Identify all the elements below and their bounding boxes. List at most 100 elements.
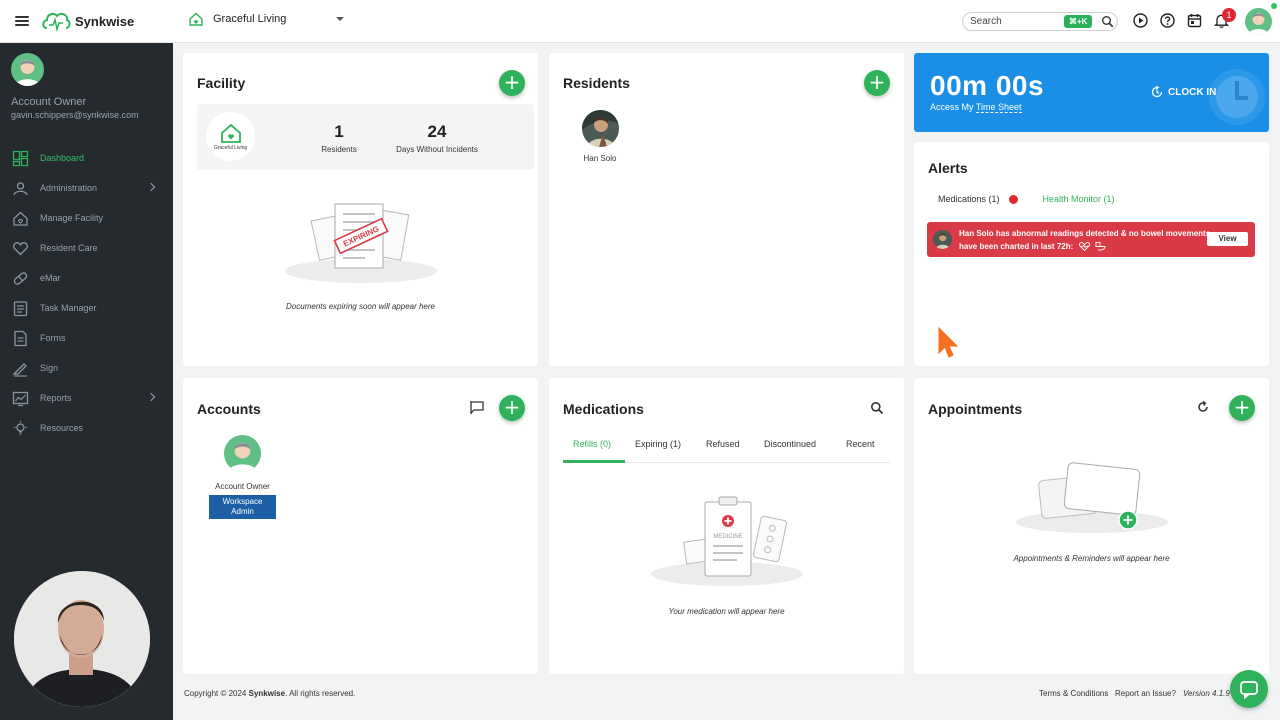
view-alert-button[interactable]: View xyxy=(1207,232,1248,246)
top-bar: Synkwise Graceful Living ⌘+K 1 xyxy=(0,0,1280,43)
time-sheet-link-text: Time Sheet xyxy=(975,102,1022,113)
facility-stats: Graceful Living 1 Residents 24 Days With… xyxy=(197,104,534,170)
facility-selector[interactable]: Graceful Living xyxy=(188,11,344,27)
administration-icon xyxy=(13,181,28,195)
sidebar-item-manage-facility[interactable]: Manage Facility xyxy=(0,203,173,233)
tab-discontinued[interactable]: Discontinued xyxy=(764,439,816,449)
report-issue-link[interactable]: Report an Issue? xyxy=(1115,689,1176,698)
sidebar-item-sign[interactable]: Sign xyxy=(0,353,173,383)
sign-icon xyxy=(12,362,27,377)
sidebar-item-dashboard[interactable]: Dashboard xyxy=(0,143,173,173)
chevron-right-icon xyxy=(146,182,156,192)
menu-icon[interactable] xyxy=(15,16,29,26)
clock-in-button[interactable]: CLOCK IN xyxy=(1151,86,1216,98)
copyright-suffix: . All rights reserved. xyxy=(285,689,356,698)
chat-button[interactable] xyxy=(1230,670,1268,708)
synkwise-logo-icon xyxy=(42,12,71,32)
time-sheet-link[interactable]: Access My Time Sheet xyxy=(930,102,1022,113)
user-avatar[interactable] xyxy=(1245,8,1272,35)
sidebar-item-administration[interactable]: Administration xyxy=(0,173,173,203)
alerts-title: Alerts xyxy=(928,160,968,176)
appointments-title: Appointments xyxy=(928,401,1023,417)
pill-icon xyxy=(13,271,28,285)
tab-refused[interactable]: Refused xyxy=(706,439,740,449)
refresh-icon[interactable] xyxy=(1197,401,1209,413)
sidebar-nav: Dashboard Administration Manage Facility… xyxy=(0,143,173,443)
sidebar-item-forms[interactable]: Forms xyxy=(0,323,173,353)
appointments-illustration xyxy=(1016,462,1168,533)
tab-expiring[interactable]: Expiring (1) xyxy=(635,439,681,449)
facility-title: Facility xyxy=(197,75,246,91)
chat-bubble-icon xyxy=(1240,681,1258,699)
sidebar-item-resident-care[interactable]: Resident Care xyxy=(0,233,173,263)
reports-icon xyxy=(12,391,29,406)
add-resident-button[interactable]: + xyxy=(864,70,890,96)
heart-monitor-icon xyxy=(1078,242,1090,252)
sidebar-item-label: Sign xyxy=(40,363,59,373)
account-avatar xyxy=(224,435,261,472)
footer-brand: Synkwise xyxy=(248,689,286,698)
facility-logo: Graceful Living xyxy=(206,112,255,161)
medications-alert-dot xyxy=(1008,194,1018,204)
medicine-label-text: MEDICINE xyxy=(713,534,742,540)
tab-medications-alerts[interactable]: Medications (1) xyxy=(938,194,1000,204)
resident-item[interactable]: Han Solo xyxy=(580,110,620,163)
health-alert-banner: Han Solo has abnormal readings detected … xyxy=(927,222,1255,257)
avatar-illustration xyxy=(224,435,261,472)
sidebar-item-label: Resident Care xyxy=(40,243,98,253)
add-appointment-button[interactable]: + xyxy=(1229,395,1255,421)
time-sheet-link-prefix: Access My xyxy=(930,102,974,112)
residents-count: 1 xyxy=(334,122,344,141)
account-role-badge: Workspace Admin xyxy=(209,495,276,519)
message-flag-icon[interactable] xyxy=(469,400,485,415)
facility-house-icon xyxy=(189,12,203,26)
app-name: Synkwise xyxy=(75,13,135,29)
search-box[interactable]: ⌘+K xyxy=(962,12,1118,31)
add-facility-button[interactable]: + xyxy=(499,70,525,96)
residents-title: Residents xyxy=(563,75,630,91)
sidebar-item-label: Dashboard xyxy=(40,153,85,163)
sidebar-item-reports[interactable]: Reports xyxy=(0,383,173,413)
presenter-video-illustration xyxy=(14,571,150,707)
tab-refills[interactable]: Refills (0) xyxy=(573,439,611,449)
medications-empty-text: Your medication will appear here xyxy=(668,607,785,616)
search-input[interactable] xyxy=(970,16,1060,27)
sidebar-item-label: Forms xyxy=(40,333,66,343)
documents-expiring-illustration: EXPIRING xyxy=(285,203,437,283)
webcam-overlay xyxy=(14,571,150,707)
play-icon[interactable] xyxy=(1133,13,1148,28)
account-name: Account Owner xyxy=(215,482,270,491)
version-text: Version 4.1.9 xyxy=(1183,689,1230,698)
sidebar-item-label: Task Manager xyxy=(40,303,97,313)
help-icon[interactable] xyxy=(1160,13,1175,28)
sidebar-item-resources[interactable]: Resources xyxy=(0,413,173,443)
calendar-icon[interactable] xyxy=(1187,13,1202,28)
active-tab-indicator xyxy=(563,460,625,463)
resident-name: Han Solo xyxy=(583,154,617,163)
terms-link[interactable]: Terms & Conditions xyxy=(1039,689,1108,698)
sidebar-item-emar[interactable]: eMar xyxy=(0,263,173,293)
tab-health-monitor[interactable]: Health Monitor (1) xyxy=(1043,194,1115,204)
resources-icon xyxy=(14,420,27,435)
search-icon[interactable] xyxy=(870,401,884,415)
add-account-button[interactable]: + xyxy=(499,395,525,421)
tab-recent[interactable]: Recent xyxy=(846,439,875,449)
resident-avatar xyxy=(581,110,619,147)
mouse-cursor-icon xyxy=(938,327,959,358)
heart-icon xyxy=(13,241,28,255)
online-status-dot xyxy=(1271,3,1277,9)
appointments-empty-text: Appointments & Reminders will appear her… xyxy=(1013,554,1170,563)
sidebar: Account Owner gavin.schippers@synkwise.c… xyxy=(0,43,173,720)
documents-empty-text: Documents expiring soon will appear here xyxy=(286,302,435,311)
chevron-right-icon xyxy=(146,392,156,402)
sidebar-item-task-manager[interactable]: Task Manager xyxy=(0,293,173,323)
facility-name: Graceful Living xyxy=(213,13,287,25)
search-icon[interactable] xyxy=(1101,15,1114,28)
app-logo[interactable]: Synkwise xyxy=(41,9,134,33)
accounts-title: Accounts xyxy=(197,401,261,417)
sidebar-item-label: Manage Facility xyxy=(40,213,104,223)
medications-card: Medications Refills (0) Expiring (1) Ref… xyxy=(549,378,904,674)
resident-photo xyxy=(933,230,952,249)
account-item[interactable]: Account Owner Workspace Admin xyxy=(209,435,276,519)
sidebar-avatar[interactable] xyxy=(11,53,44,86)
